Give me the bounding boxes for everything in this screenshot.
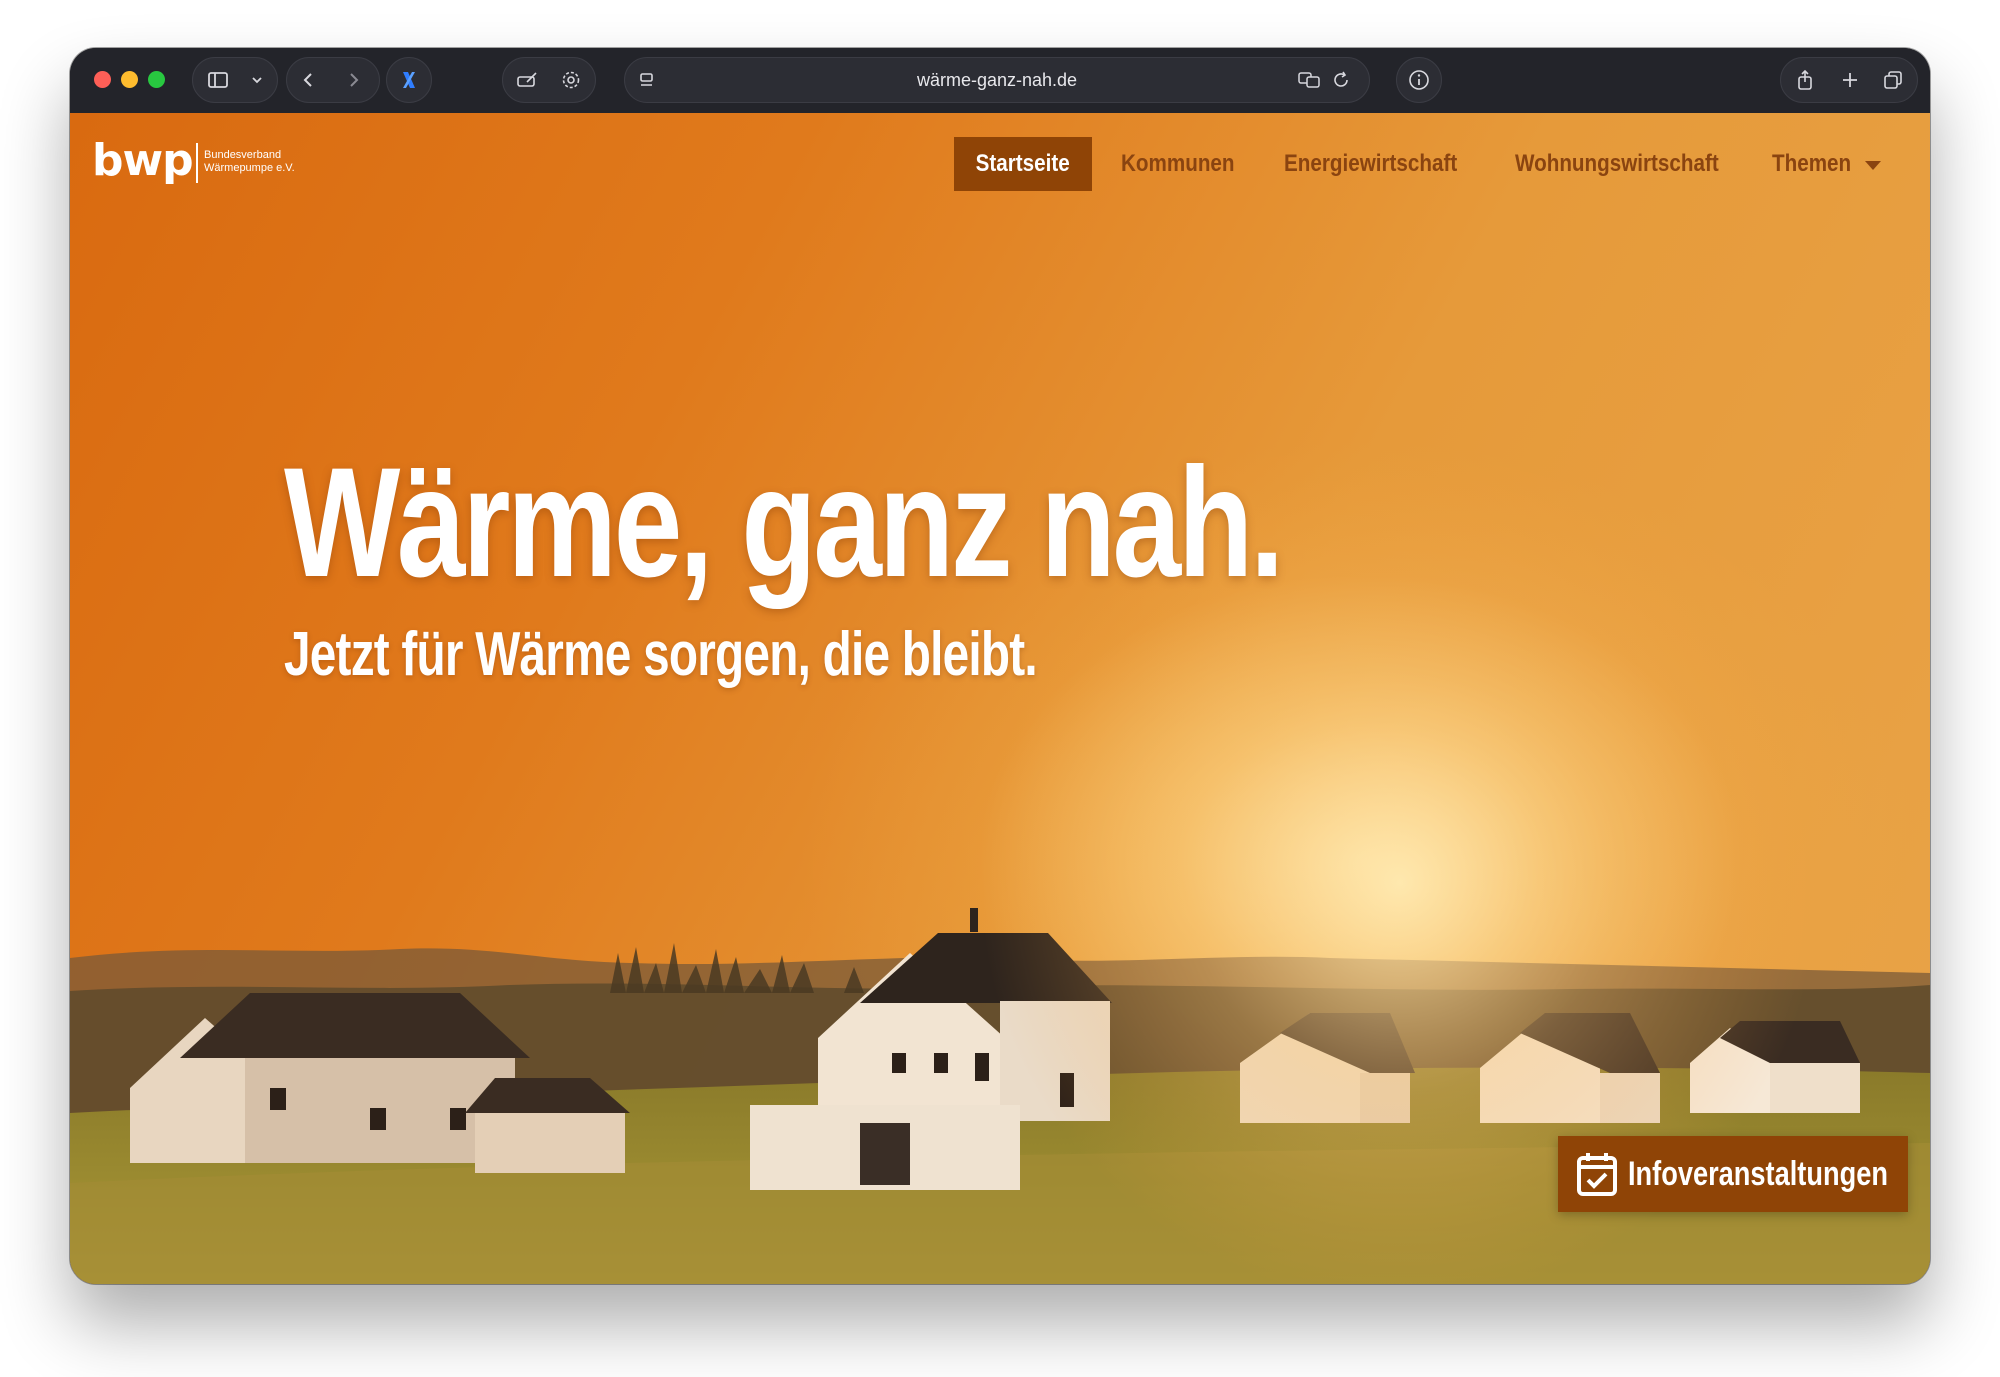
nav-item-label: Startseite: [975, 150, 1071, 177]
nav-item-kommunen[interactable]: Kommunen: [1121, 137, 1235, 191]
zoom-window-button[interactable]: [148, 71, 165, 88]
sidebar-toggle-button[interactable]: [192, 57, 278, 103]
back-icon[interactable]: [297, 68, 321, 92]
nav-item-energiewirtschaft[interactable]: Energiewirtschaft: [1284, 137, 1457, 191]
hero-headline: Wärme, ganz nah.: [284, 436, 1284, 610]
address-bar[interactable]: wärme-ganz-nah.de: [624, 57, 1370, 103]
new-tab-icon[interactable]: [1838, 68, 1862, 92]
chevron-down-icon: [245, 68, 269, 92]
hero-page: bwp Bundesverband Wärmepumpe e.V. Starts…: [70, 113, 1930, 1284]
logo-wordmark: bwp: [92, 135, 194, 186]
share-icon[interactable]: [1793, 68, 1817, 92]
chevron-down-icon: [1865, 161, 1881, 170]
tools-pill: [502, 57, 596, 103]
extension-button[interactable]: [386, 57, 432, 103]
logo-subtitle-line2: Wärmepumpe e.V.: [204, 162, 295, 174]
reload-icon[interactable]: [1329, 68, 1353, 92]
gear-icon[interactable]: [559, 68, 583, 92]
translate-icon[interactable]: [1297, 68, 1321, 92]
annotate-icon[interactable]: [515, 68, 539, 92]
close-window-button[interactable]: [94, 71, 111, 88]
nav-item-wohnungswirtschaft[interactable]: Wohnungswirtschaft: [1515, 137, 1719, 191]
nav-item-themen[interactable]: Themen: [1772, 137, 1851, 191]
calendar-check-icon: [1577, 1153, 1617, 1196]
hero-subheadline: Jetzt für Wärme sorgen, die bleibt.: [284, 620, 1038, 689]
logo-subtitle-line1: Bundesverband: [204, 149, 282, 161]
sidebar-icon: [206, 68, 230, 92]
extension-x-icon: [397, 68, 421, 92]
logo-subtitle: Bundesverband Wärmepumpe e.V.: [204, 149, 344, 175]
minimize-window-button[interactable]: [121, 71, 138, 88]
nav-item-startseite[interactable]: Startseite: [954, 137, 1092, 191]
info-button[interactable]: [1396, 57, 1442, 103]
cta-label: Infoveranstaltungen: [1628, 1155, 1888, 1193]
tab-overview-icon[interactable]: [1881, 68, 1905, 92]
forward-icon[interactable]: [341, 68, 365, 92]
navigation-pill: [286, 57, 380, 103]
logo-divider: [196, 143, 198, 183]
browser-window: wärme-ganz-nah.de bwp Bundesverband Wärm…: [70, 48, 1930, 1284]
window-actions-pill: [1780, 57, 1918, 103]
browser-toolbar: wärme-ganz-nah.de: [70, 48, 1930, 114]
info-icon: [1407, 68, 1431, 92]
hero-landscape-image: [70, 113, 1930, 1284]
url-text: wärme-ganz-nah.de: [916, 70, 1078, 90]
infoveranstaltungen-button[interactable]: Infoveranstaltungen: [1558, 1136, 1908, 1212]
